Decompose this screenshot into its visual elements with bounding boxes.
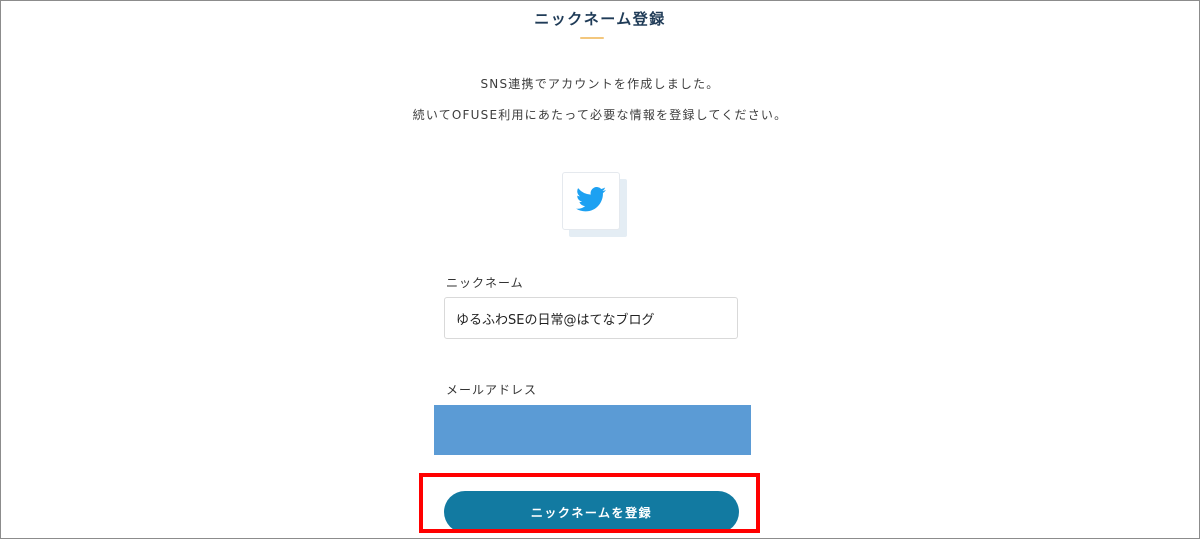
page-title: ニックネーム登録 (534, 10, 666, 28)
sns-card (562, 172, 620, 230)
sns-provider-card (562, 172, 632, 242)
intro-text-line1: SNS連携でアカウントを作成しました。 (480, 77, 720, 91)
nickname-input[interactable] (444, 297, 738, 339)
email-label: メールアドレス (446, 383, 538, 397)
email-field-redacted[interactable] (434, 405, 751, 455)
nickname-label: ニックネーム (446, 276, 524, 290)
title-underline (580, 37, 604, 39)
twitter-bird-icon (576, 186, 606, 216)
register-nickname-button[interactable]: ニックネームを登録 (444, 491, 739, 533)
intro-text-line2: 続いてOFUSE利用にあたって必要な情報を登録してください。 (412, 108, 788, 122)
